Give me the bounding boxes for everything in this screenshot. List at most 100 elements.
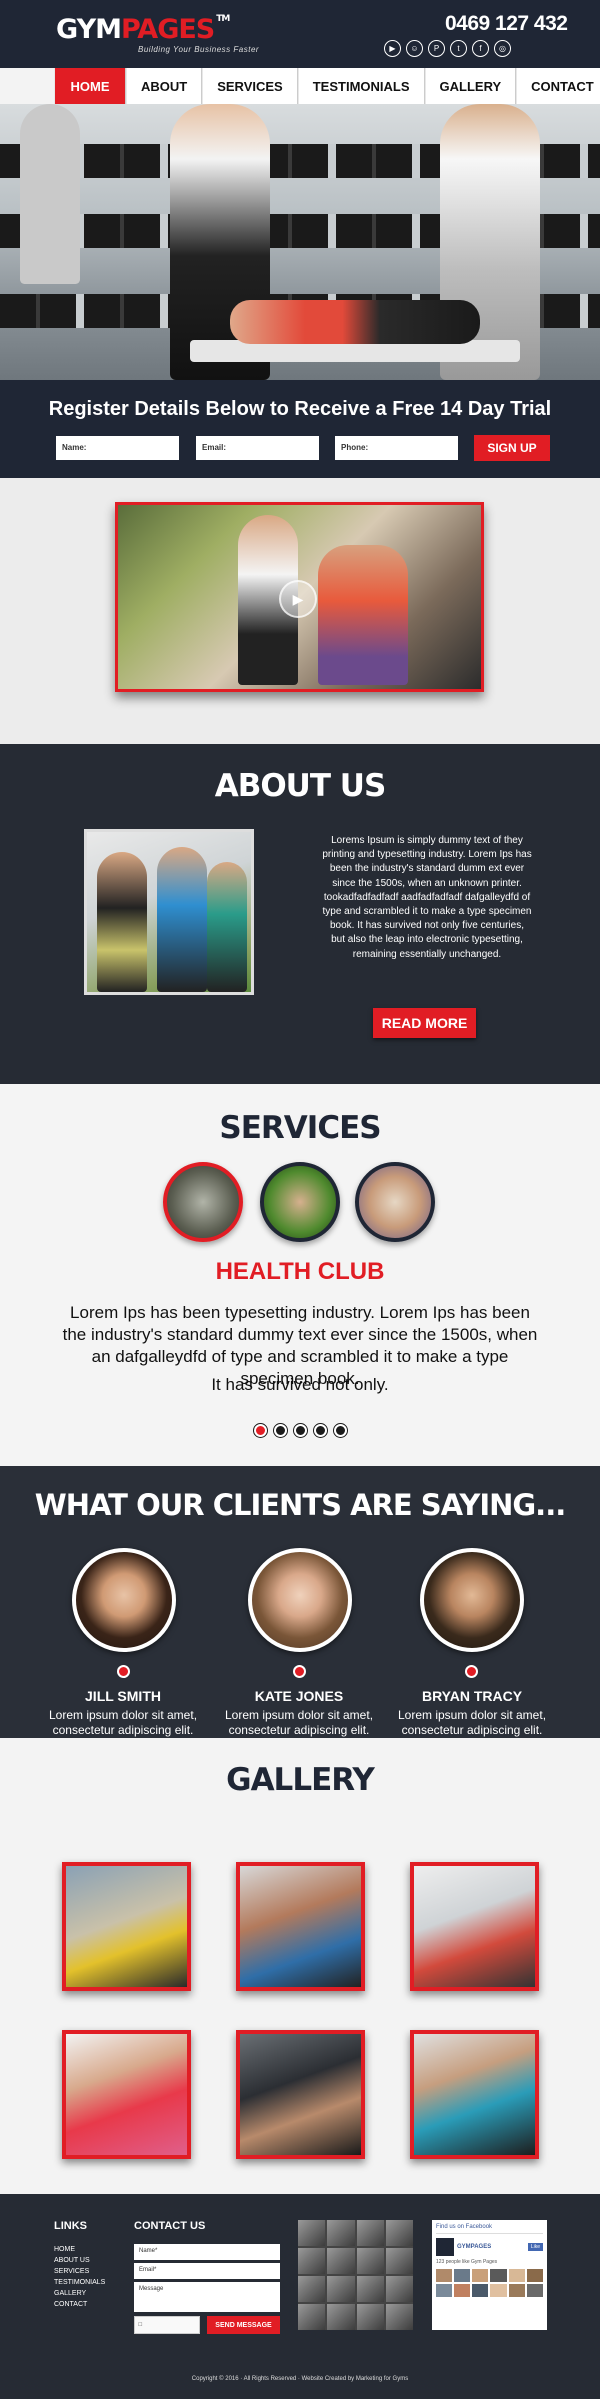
footer-link-gallery[interactable]: GALLERY	[54, 2290, 86, 2297]
fb-widget-title: Find us on Facebook	[436, 2224, 543, 2234]
fb-page-name: GYMPAGES	[457, 2244, 492, 2250]
fb-fans-grid	[436, 2269, 543, 2297]
fb-like-button[interactable]: Like	[527, 2243, 543, 2251]
footer-link-about[interactable]: ABOUT US	[54, 2257, 90, 2264]
twitter-icon[interactable]: t	[450, 40, 467, 57]
copyright: Copyright © 2016 · All Rights Reserved ·…	[191, 2376, 409, 2382]
fb-fan-avatar	[472, 2284, 489, 2297]
fb-fan-avatar	[454, 2269, 471, 2282]
gallery-image[interactable]	[62, 2030, 191, 2159]
phone-field[interactable]: Phone:	[335, 436, 458, 460]
service-heading: HEALTH CLUB	[215, 1258, 385, 1285]
site-logo[interactable]: GYMPAGES TM	[56, 14, 230, 45]
service-image-training[interactable]	[260, 1162, 340, 1242]
mosaic-tile	[385, 2276, 413, 2302]
fb-like-count: 123 people like Gym Pages	[436, 2259, 498, 2265]
fb-page-avatar	[436, 2238, 454, 2256]
instagram-icon[interactable]: ◎	[494, 40, 511, 57]
slider-dot[interactable]	[254, 1424, 267, 1437]
testimonial-name: BRYAN TRACY	[421, 1688, 523, 1704]
services-section: SERVICES HEALTH CLUB Lorem Ips has been …	[0, 1084, 600, 1466]
promo-video[interactable]: ▶	[115, 502, 484, 692]
fb-fan-avatar	[436, 2284, 453, 2297]
nav-contact[interactable]: CONTACT	[516, 68, 600, 104]
nav-testimonials[interactable]: TESTIMONIALS	[297, 68, 425, 104]
footer-link-services[interactable]: SERVICES	[54, 2268, 89, 2275]
avatar-kate-jones	[248, 1548, 352, 1652]
footer-link-home[interactable]: HOME	[54, 2246, 75, 2253]
hero-person	[230, 300, 480, 344]
fb-fan-avatar	[490, 2269, 507, 2282]
footer-name-input[interactable]: Name*	[134, 2244, 280, 2260]
mosaic-tile	[385, 2220, 413, 2246]
testimonials-section: WHAT OUR CLIENTS ARE SAYING... JILL SMIT…	[0, 1466, 600, 1752]
slider-dot[interactable]	[334, 1424, 347, 1437]
gallery-section: GALLERY	[0, 1738, 600, 2194]
facebook-icon[interactable]: f	[472, 40, 489, 57]
about-section: ABOUT US Lorems Ipsum is simply dummy te…	[0, 744, 600, 1084]
testimonial-dot	[465, 1665, 478, 1678]
gallery-image[interactable]	[62, 1862, 191, 1991]
fb-fan-avatar	[472, 2269, 489, 2282]
fb-fan-avatar	[490, 2284, 507, 2297]
fb-fan-avatar	[436, 2269, 453, 2282]
gallery-image[interactable]	[410, 2030, 539, 2159]
nav-services[interactable]: SERVICES	[202, 68, 298, 104]
read-more-button[interactable]: READ MORE	[373, 1008, 476, 1038]
slider-dot[interactable]	[294, 1424, 307, 1437]
mosaic-tile	[327, 2304, 355, 2330]
footer-message-input[interactable]: Message	[134, 2282, 280, 2312]
service-image-gym[interactable]	[163, 1162, 243, 1242]
service-image-wellness[interactable]	[355, 1162, 435, 1242]
mosaic-tile	[327, 2276, 355, 2302]
footer-link-contact[interactable]: CONTACT	[54, 2301, 87, 2308]
fb-fan-avatar	[454, 2284, 471, 2297]
about-person	[207, 862, 247, 992]
gallery-title: GALLERY	[226, 1762, 375, 1798]
name-field[interactable]: Name:	[56, 436, 179, 460]
phone-number[interactable]: 0469 127 432	[445, 12, 568, 36]
logo-tm: TM	[216, 14, 230, 24]
avatar-jill-smith	[72, 1548, 176, 1652]
slider-dot[interactable]	[314, 1424, 327, 1437]
captcha-checkbox[interactable]: ☐	[134, 2316, 200, 2334]
footer-email-input[interactable]: Email*	[134, 2263, 280, 2279]
sign-up-button[interactable]: SIGN UP	[474, 435, 550, 461]
footer-link-testimonials[interactable]: TESTIMONIALS	[54, 2279, 105, 2286]
snapchat-icon[interactable]: ☺	[406, 40, 423, 57]
send-message-button[interactable]: SEND MESSAGE	[207, 2316, 280, 2334]
mosaic-tile	[327, 2248, 355, 2274]
avatar-bryan-tracy	[420, 1548, 524, 1652]
gallery-image[interactable]	[236, 1862, 365, 1991]
play-icon[interactable]: ▶	[279, 580, 317, 618]
services-title: SERVICES	[219, 1110, 381, 1146]
about-title: ABOUT US	[214, 768, 387, 804]
mosaic-tile	[298, 2220, 326, 2246]
nav-home[interactable]: HOME	[54, 68, 126, 104]
logo-main: GYM	[56, 14, 122, 45]
facebook-widget[interactable]: Find us on Facebook GYMPAGES Like 123 pe…	[432, 2220, 547, 2330]
about-image	[84, 829, 254, 995]
mosaic-tile	[356, 2304, 384, 2330]
nav-about[interactable]: ABOUT	[126, 68, 203, 104]
main-nav: HOME ABOUT SERVICES TESTIMONIALS GALLERY…	[54, 68, 600, 104]
mosaic-tile	[327, 2220, 355, 2246]
slider-dots	[254, 1424, 347, 1437]
email-field[interactable]: Email:	[196, 436, 319, 460]
about-text: Lorems Ipsum is simply dummy text of the…	[322, 835, 532, 960]
slider-dot[interactable]	[274, 1424, 287, 1437]
mosaic-tile	[356, 2248, 384, 2274]
gallery-image[interactable]	[410, 1862, 539, 1991]
service-description-more: It has survived not only.	[211, 1375, 389, 1394]
pinterest-icon[interactable]: P	[428, 40, 445, 57]
fb-fan-avatar	[508, 2269, 525, 2282]
mosaic-tile	[356, 2220, 384, 2246]
social-icons: ▶ ☺ P t f ◎	[384, 40, 511, 57]
testimonials-title: WHAT OUR CLIENTS ARE SAYING...	[34, 1488, 567, 1522]
testimonial-name: JILL SMITH	[85, 1688, 161, 1704]
gallery-image[interactable]	[236, 2030, 365, 2159]
mosaic-tile	[356, 2276, 384, 2302]
hero-banner	[0, 104, 600, 380]
youtube-icon[interactable]: ▶	[384, 40, 401, 57]
nav-gallery[interactable]: GALLERY	[424, 68, 517, 104]
